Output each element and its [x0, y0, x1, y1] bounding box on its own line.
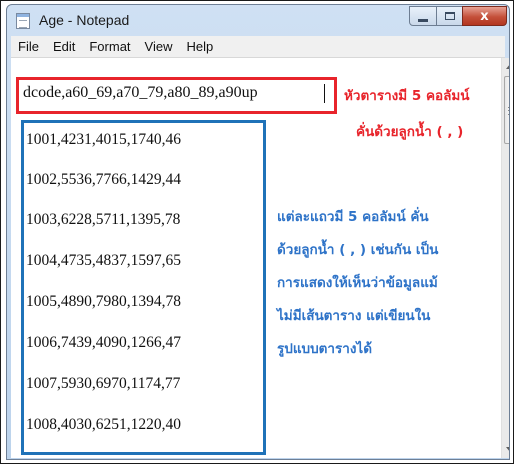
rows-note-line-2: ด้วยลูกน้ำ ( , ) เช่นกัน เป็น [277, 242, 439, 258]
rows-note-line-5: รูปแบบตารางได้ [277, 341, 372, 357]
menu-format[interactable]: Format [82, 39, 137, 54]
rows-note-line-3: การแสดงให้เห็นว่าข้อมูลแม้ [277, 275, 438, 291]
header-highlight-box [16, 77, 337, 114]
scrollbar-thumb[interactable] [504, 76, 509, 144]
menu-help[interactable]: Help [179, 39, 220, 54]
vertical-scrollbar[interactable] [501, 58, 509, 458]
minimize-icon [418, 18, 428, 22]
window-title: Age - Notepad [39, 12, 130, 28]
close-icon: x [480, 8, 489, 24]
rows-note-line-1: แต่ละแถวมี 5 คอลัมน์ คั่น [277, 209, 429, 225]
menu-edit[interactable]: Edit [46, 39, 82, 54]
arrow-down-icon[interactable] [506, 447, 509, 452]
notepad-icon[interactable] [16, 13, 30, 29]
minimize-button[interactable] [409, 6, 437, 26]
maximize-button[interactable] [436, 6, 463, 26]
rows-highlight-box [21, 120, 266, 455]
menu-view[interactable]: View [138, 39, 180, 54]
maximize-icon [444, 12, 455, 20]
menu-bar: File Edit Format View Help [11, 36, 505, 58]
menu-file[interactable]: File [11, 39, 46, 54]
header-note-line-1: หัวตารางมี 5 คอลัมน์ [344, 88, 470, 104]
title-bar[interactable]: Age - Notepad x [7, 5, 509, 35]
rows-note-line-4: ไม่มีเส้นตาราง แต่เขียนใน [277, 308, 431, 324]
header-note-line-2: คั่นด้วยลูกน้ำ ( , ) [356, 124, 464, 140]
arrow-up-icon[interactable] [506, 64, 509, 69]
close-button[interactable]: x [462, 6, 507, 26]
grip-icon [508, 107, 509, 115]
